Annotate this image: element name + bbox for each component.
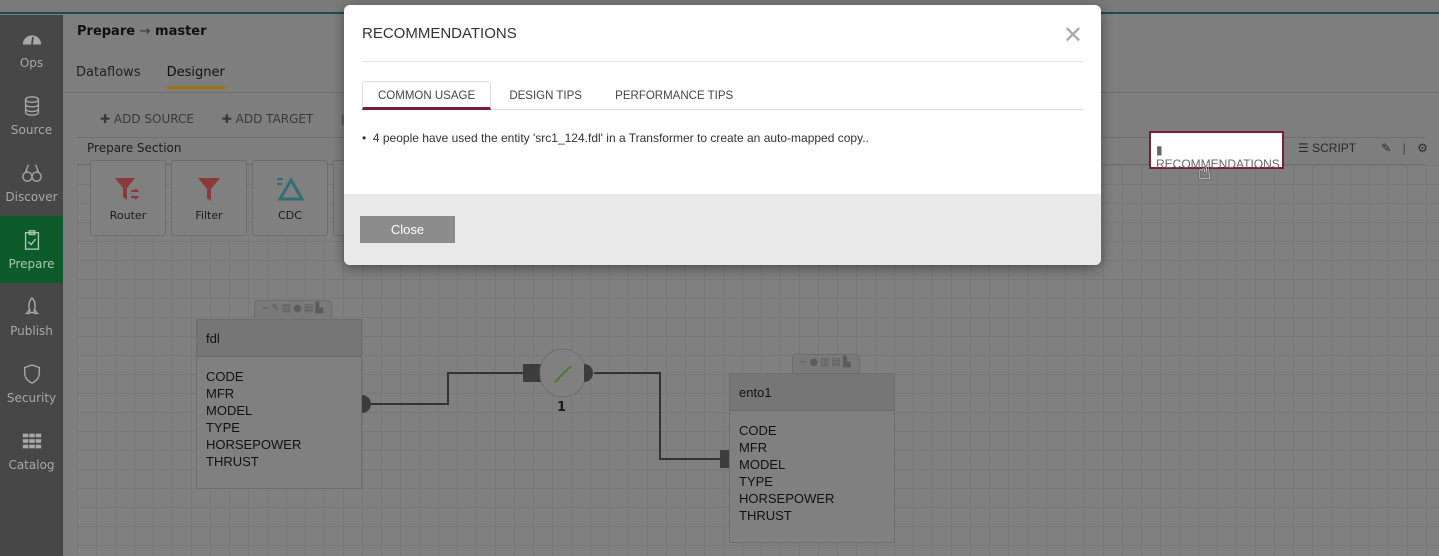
entity-field: MFR — [206, 386, 235, 401]
recommendations-button[interactable]: ▮ RECOMMENDATIONS — [1149, 131, 1284, 171]
entity-field: MODEL — [206, 403, 253, 418]
entity-fields: CODE MFR MODEL TYPE HORSEPOWER THRUST — [730, 411, 894, 535]
tab-common-usage[interactable]: COMMON USAGE — [362, 81, 492, 110]
entity-node[interactable]: ento1 CODE MFR MODEL TYPE HORSEPOWER THRUST — [729, 373, 895, 543]
right-toolbar: ☰ SCRIPT ✎ | ⚙ — [1298, 141, 1428, 155]
entity-field: CODE — [739, 423, 777, 438]
list-icon: ☰ — [1298, 141, 1309, 155]
entity-node[interactable]: fdl CODE MFR MODEL TYPE HORSEPOWER THRUST — [196, 319, 362, 489]
entity-field: MODEL — [739, 457, 786, 472]
edit-icon[interactable]: ✎ — [1381, 141, 1391, 155]
recommendation-list: • 4 people have used the entity 'src1_12… — [362, 131, 869, 145]
output-port[interactable] — [584, 364, 593, 382]
entity-toolbar[interactable]: −✎▥●▤▙ — [254, 300, 333, 320]
close-button[interactable]: Close — [360, 216, 455, 243]
entity-field: THRUST — [739, 508, 792, 523]
close-icon[interactable]: ✕ — [1063, 21, 1083, 49]
tab-design-tips[interactable]: DESIGN TIPS — [494, 82, 597, 111]
entity-field: HORSEPOWER — [206, 437, 302, 452]
entity-name: ento1 — [730, 374, 894, 411]
entity-field: THRUST — [206, 454, 259, 469]
entity-fields: CODE MFR MODEL TYPE HORSEPOWER THRUST — [197, 357, 361, 481]
entity-field: MFR — [739, 440, 768, 455]
divider: | — [1402, 141, 1406, 155]
hand-cursor-icon: ☝ — [1198, 160, 1212, 185]
gear-icon[interactable]: ⚙ — [1417, 141, 1428, 155]
script-label: SCRIPT — [1312, 141, 1356, 155]
modal-footer: Close — [344, 194, 1101, 265]
input-port[interactable] — [523, 364, 541, 382]
recommendations-modal: RECOMMENDATIONS ✕ COMMON USAGE DESIGN TI… — [344, 5, 1101, 265]
transformer-label: 1 — [557, 400, 567, 415]
list-item: 4 people have used the entity 'src1_124.… — [372, 131, 869, 145]
modal-title: RECOMMENDATIONS — [362, 25, 517, 42]
entity-field: TYPE — [206, 420, 240, 435]
modal-tabs: COMMON USAGE DESIGN TIPS PERFORMANCE TIP… — [362, 81, 1083, 110]
entity-field: HORSEPOWER — [739, 491, 835, 506]
entity-name: fdl — [197, 320, 361, 357]
entity-field: TYPE — [739, 474, 773, 489]
recommendations-label: RECOMMENDATIONS — [1156, 157, 1280, 171]
tab-performance-tips[interactable]: PERFORMANCE TIPS — [600, 82, 748, 111]
script-button[interactable]: ☰ SCRIPT — [1298, 141, 1356, 155]
divider — [362, 61, 1083, 62]
entity-toolbar[interactable]: −●▥▤▙ — [792, 354, 860, 374]
entity-field: CODE — [206, 369, 244, 384]
bookmark-icon: ▮ — [1156, 143, 1163, 157]
